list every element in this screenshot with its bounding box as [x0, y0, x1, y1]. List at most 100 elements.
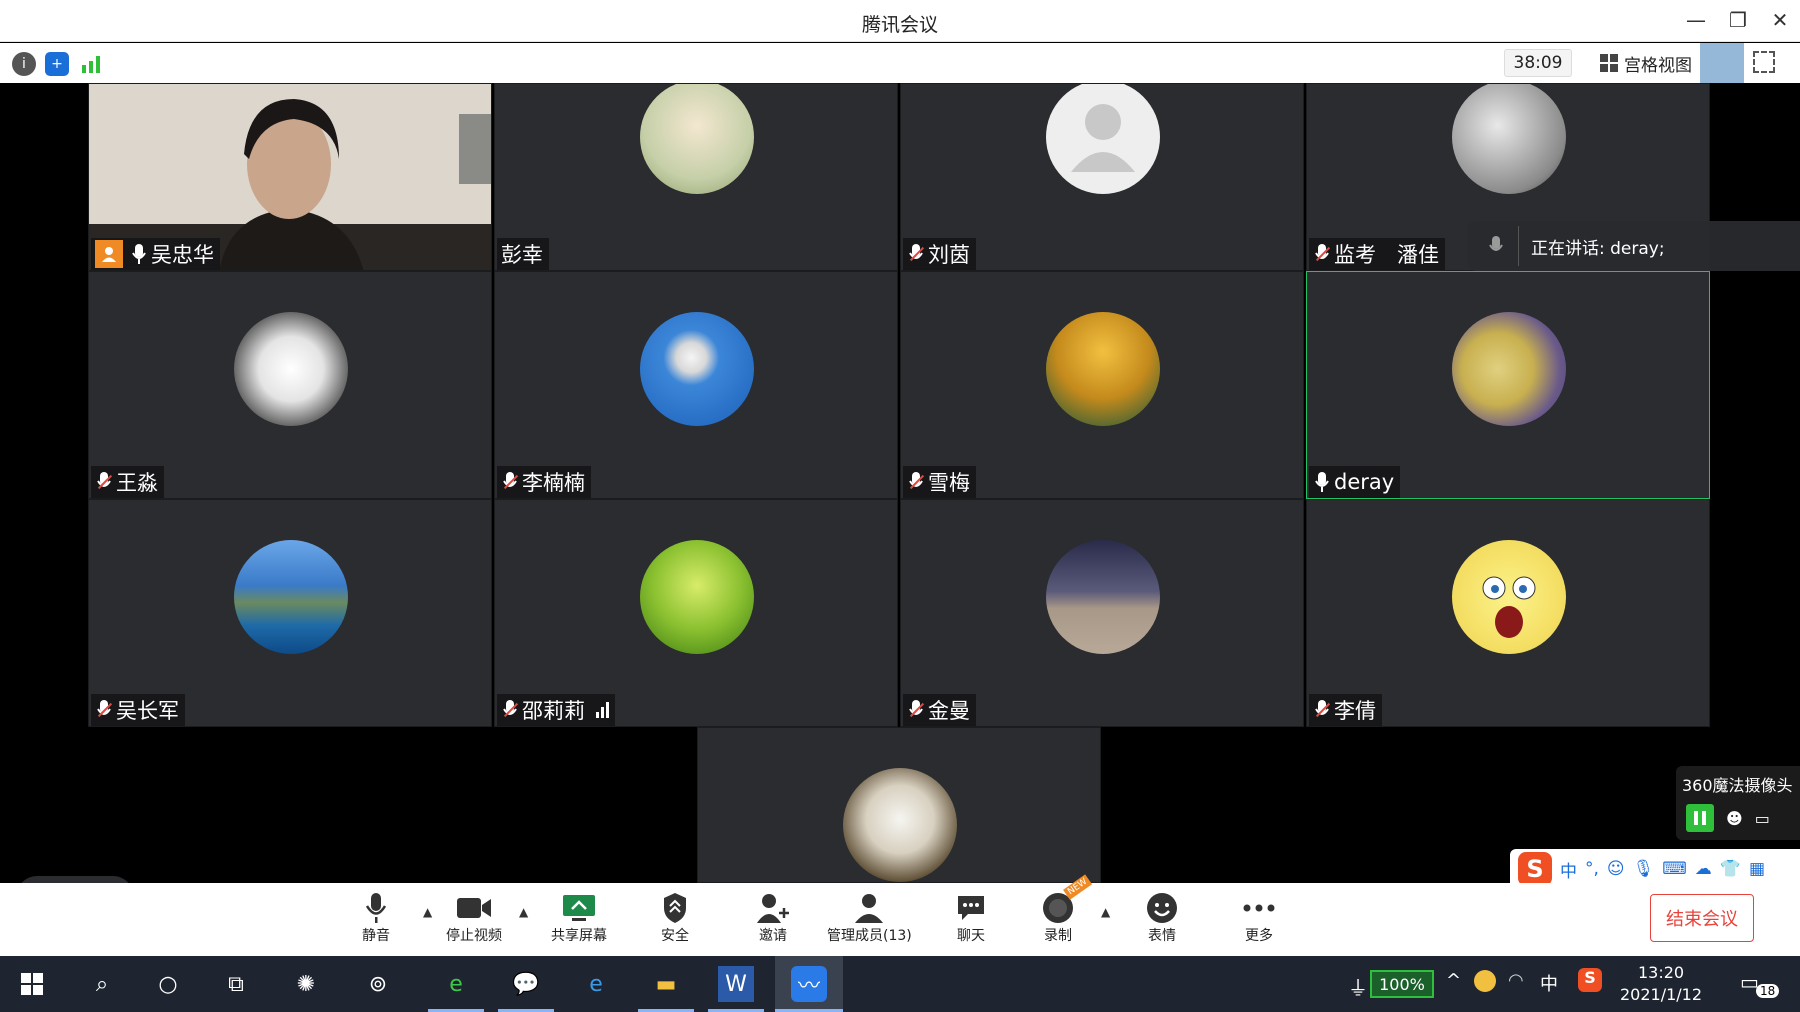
close-icon[interactable]: ✕	[1770, 8, 1790, 32]
file-explorer-icon[interactable]: ▬	[648, 966, 684, 1002]
more-button[interactable]: 更多	[1242, 891, 1276, 945]
search-icon[interactable]: ⌕	[84, 966, 120, 1002]
signal-icon[interactable]	[80, 52, 104, 76]
input-language[interactable]: 中	[1540, 970, 1558, 996]
task-view-icon[interactable]: ⧉	[218, 966, 254, 1002]
record-button[interactable]: NEW 录制	[1042, 874, 1093, 945]
participant-tile[interactable]: 刘茵	[900, 83, 1304, 271]
avatar	[843, 768, 957, 882]
mic-muted-icon	[95, 471, 113, 493]
record-options-caret-icon[interactable]: ▲	[1101, 905, 1110, 919]
shirt-icon[interactable]: 👕	[1720, 859, 1741, 879]
chat-bubble-icon[interactable]: ▭	[1755, 809, 1770, 828]
participant-tile[interactable]: 雪梅	[900, 271, 1304, 499]
participant-name: 吴长军	[116, 699, 179, 723]
tencent-meeting-taskbar-item[interactable]: 〰	[775, 956, 843, 1012]
participant-tile[interactable]: 吴忠华	[88, 83, 492, 271]
mic-icon	[1315, 472, 1329, 492]
participant-nametag: 王淼	[91, 466, 164, 498]
mic-muted-icon	[501, 471, 519, 493]
add-user-icon	[757, 894, 789, 923]
shield-icon	[664, 893, 686, 923]
default-avatar-icon	[1046, 84, 1160, 194]
chat-button[interactable]: 聊天	[956, 891, 986, 945]
participant-tile[interactable]: 王淼	[88, 271, 492, 499]
mic-muted-icon	[501, 699, 519, 721]
avatar	[1046, 540, 1160, 654]
search-app-icon[interactable]: ⊚	[360, 966, 396, 1002]
emoji-icon[interactable]: ☻	[1726, 809, 1743, 828]
participant-tile[interactable]	[697, 727, 1101, 883]
chevron-up-icon[interactable]: ^	[1446, 970, 1461, 991]
participant-tile[interactable]: 吴长军	[88, 499, 492, 727]
stop-video-button[interactable]: 停止视频	[446, 891, 502, 945]
manage-members-button[interactable]: 管理成员(13)	[827, 891, 912, 945]
video-grid: 吴忠华 彭幸 刘茵 监考 潘佳 王淼 李楠楠 雪梅 deray 吴长军 邵莉莉 …	[0, 83, 1800, 918]
battery-indicator[interactable]: 100%	[1370, 970, 1434, 998]
participant-nametag: 雪梅	[903, 466, 976, 498]
participant-tile[interactable]: 金曼	[900, 499, 1304, 727]
signal-icon	[596, 702, 609, 718]
word-icon[interactable]: W	[718, 966, 754, 1002]
minimize-icon[interactable]: —	[1686, 8, 1706, 32]
shield-icon[interactable]: +	[45, 52, 69, 76]
security-button[interactable]: 安全	[661, 891, 689, 945]
clock-date: 2021/1/12	[1620, 985, 1703, 1004]
participant-tile[interactable]: 邵莉莉	[494, 499, 898, 727]
skin-icon[interactable]: ☁	[1695, 859, 1712, 879]
participant-name: deray	[1334, 470, 1395, 494]
sogou-logo-icon[interactable]: S	[1518, 852, 1552, 886]
ie-browser-icon[interactable]: e	[578, 966, 614, 1002]
avatar	[234, 540, 348, 654]
smiley-icon[interactable]: ☺	[1607, 859, 1625, 879]
pinwheel-app-icon[interactable]: ✺	[288, 966, 324, 1002]
avatar	[234, 312, 348, 426]
camera-icon	[457, 898, 491, 918]
end-meeting-button[interactable]: 结束会议	[1650, 894, 1754, 942]
sogou-tray-icon[interactable]: S	[1578, 968, 1602, 992]
mic-muted-icon	[907, 243, 925, 265]
participant-tile[interactable]: 彭幸	[494, 83, 898, 271]
punctuation-icon[interactable]: °,	[1585, 859, 1599, 879]
video-options-caret-icon[interactable]: ▲	[519, 905, 528, 919]
power-plug-icon[interactable]: ⏚	[1348, 972, 1368, 1001]
avatar	[640, 540, 754, 654]
avatar	[1452, 84, 1566, 194]
ime-mode[interactable]: 中	[1560, 857, 1577, 882]
cortana-icon[interactable]: ○	[150, 966, 186, 1002]
info-icon[interactable]: i	[12, 52, 36, 76]
members-icon	[855, 894, 884, 923]
participant-tile[interactable]: 李楠楠	[494, 271, 898, 499]
tray-app-icon[interactable]	[1474, 970, 1496, 992]
share-screen-button[interactable]: 共享屏幕	[551, 891, 607, 945]
meeting-info-bar: i + 38:09 宫格视图	[0, 43, 1800, 83]
emoji-button[interactable]: 表情	[1146, 891, 1178, 945]
wifi-icon[interactable]: ◠	[1508, 970, 1524, 991]
windows-start-icon[interactable]	[14, 966, 50, 1002]
browser-360-icon[interactable]: e	[438, 966, 474, 1002]
snipping-overlay	[1700, 43, 1744, 83]
invite-button[interactable]: 邀请	[757, 891, 789, 945]
pause-icon[interactable]	[1686, 804, 1714, 832]
fullscreen-icon[interactable]	[1753, 51, 1775, 73]
restore-icon[interactable]: ❐	[1728, 8, 1748, 32]
avatar	[1046, 312, 1160, 426]
smiley-icon	[1147, 893, 1177, 923]
mic-icon	[132, 244, 146, 264]
wechat-icon[interactable]: 💬	[508, 966, 544, 1002]
mic-options-caret-icon[interactable]: ▲	[423, 905, 432, 919]
microphone-icon	[365, 893, 387, 923]
system-clock[interactable]: 13:20 2021/1/12	[1620, 962, 1702, 1006]
participant-nametag: 李楠楠	[497, 466, 591, 498]
participant-name: 王淼	[116, 471, 158, 495]
participant-tile-active-speaker[interactable]: deray	[1306, 271, 1710, 499]
participant-tile[interactable]: 李倩	[1306, 499, 1710, 727]
gallery-view-button[interactable]: 宫格视图	[1600, 49, 1692, 77]
participant-nametag: 吴长军	[91, 694, 185, 726]
keyboard-icon[interactable]: ⌨	[1662, 859, 1687, 879]
mute-button[interactable]: 静音	[362, 891, 390, 945]
voice-icon[interactable]: 🎙	[1633, 859, 1655, 879]
mic-muted-icon	[95, 699, 113, 721]
toolbox-icon[interactable]: ▦	[1749, 859, 1765, 879]
mic-muted-icon	[1313, 699, 1331, 721]
